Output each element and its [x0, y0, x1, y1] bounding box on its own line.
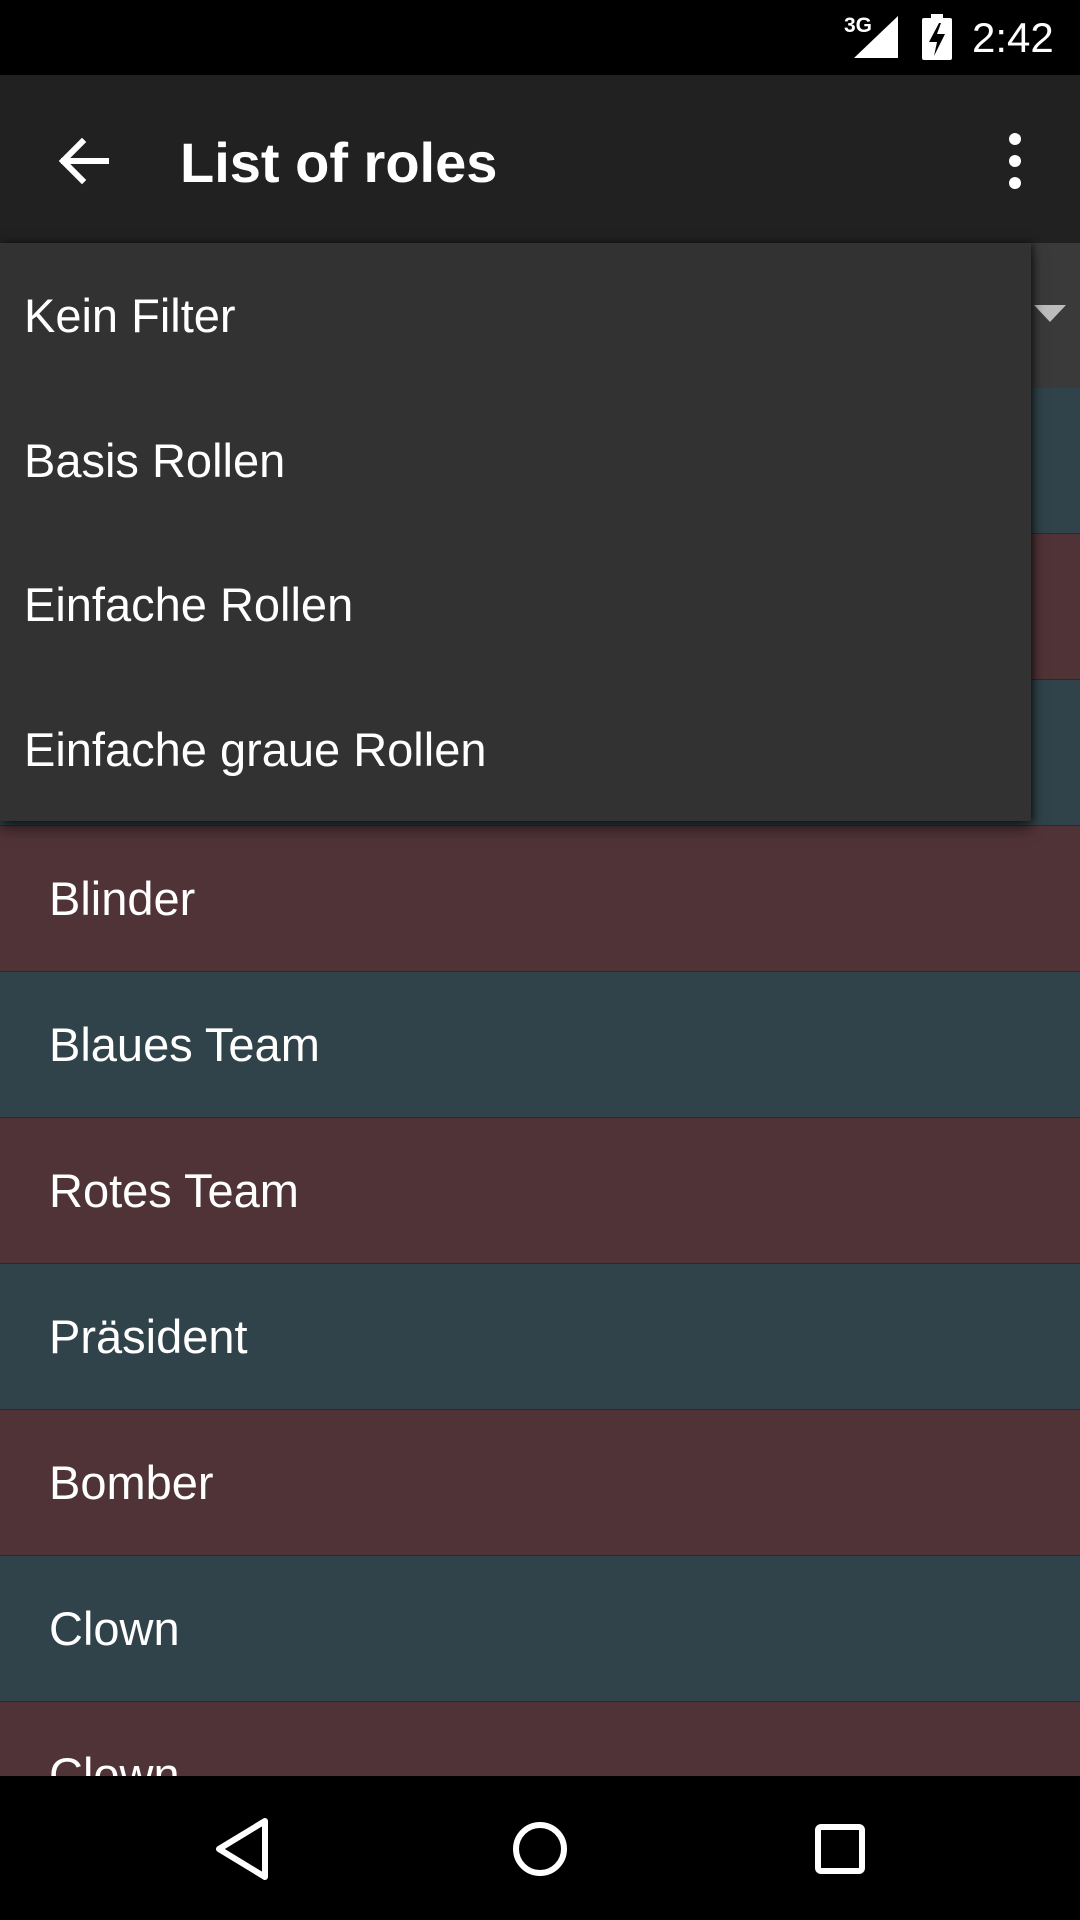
nav-recents-icon[interactable] [800, 1811, 880, 1887]
status-bar: 3G 2:42 [0, 0, 1080, 75]
signal-icon [854, 16, 898, 58]
filter-option-label: Einfache Rollen [24, 578, 354, 631]
filter-option-label: Einfache graue Rollen [24, 722, 487, 776]
role-label: Blaues Team [49, 1018, 320, 1071]
filter-option-einfache-rollen[interactable]: Einfache Rollen [0, 532, 1031, 677]
more-vert-icon[interactable] [992, 129, 1038, 193]
filter-option-label: Basis Rollen [24, 433, 286, 487]
role-item[interactable]: Clown [0, 1556, 1080, 1702]
filter-dropdown-menu: Kein Filter Basis Rollen Einfache Rollen… [0, 243, 1031, 821]
filter-option-label: Kein Filter [24, 289, 236, 342]
role-label: Blinder [49, 872, 196, 925]
filter-option-basis-rollen[interactable]: Basis Rollen [0, 388, 1031, 533]
nav-back-icon[interactable] [203, 1811, 283, 1887]
role-item[interactable]: Bomber [0, 1410, 1080, 1556]
back-arrow-icon[interactable] [52, 129, 116, 193]
role-label: Rotes Team [49, 1164, 299, 1217]
dropdown-arrow-icon [1034, 305, 1066, 322]
filter-option-kein-filter[interactable]: Kein Filter [0, 243, 1031, 388]
role-item[interactable]: Clown [0, 1702, 1080, 1776]
page-title: List of roles [180, 131, 498, 194]
clock: 2:42 [972, 14, 1054, 61]
system-nav-bar [0, 1776, 1080, 1920]
role-label: Präsident [49, 1310, 248, 1363]
battery-charging-icon [922, 14, 952, 60]
role-item[interactable]: Blinder [0, 826, 1080, 972]
role-item[interactable]: Präsident [0, 1264, 1080, 1410]
role-label: Bomber [49, 1456, 214, 1509]
nav-home-icon[interactable] [500, 1811, 580, 1887]
role-label: Clown [49, 1602, 180, 1655]
filter-option-einfache-graue-rollen[interactable]: Einfache graue Rollen [0, 677, 1031, 822]
role-item[interactable]: Blaues Team [0, 972, 1080, 1118]
app-bar: List of roles [0, 75, 1080, 243]
role-item[interactable]: Rotes Team [0, 1118, 1080, 1264]
role-label: Clown [49, 1748, 180, 1776]
